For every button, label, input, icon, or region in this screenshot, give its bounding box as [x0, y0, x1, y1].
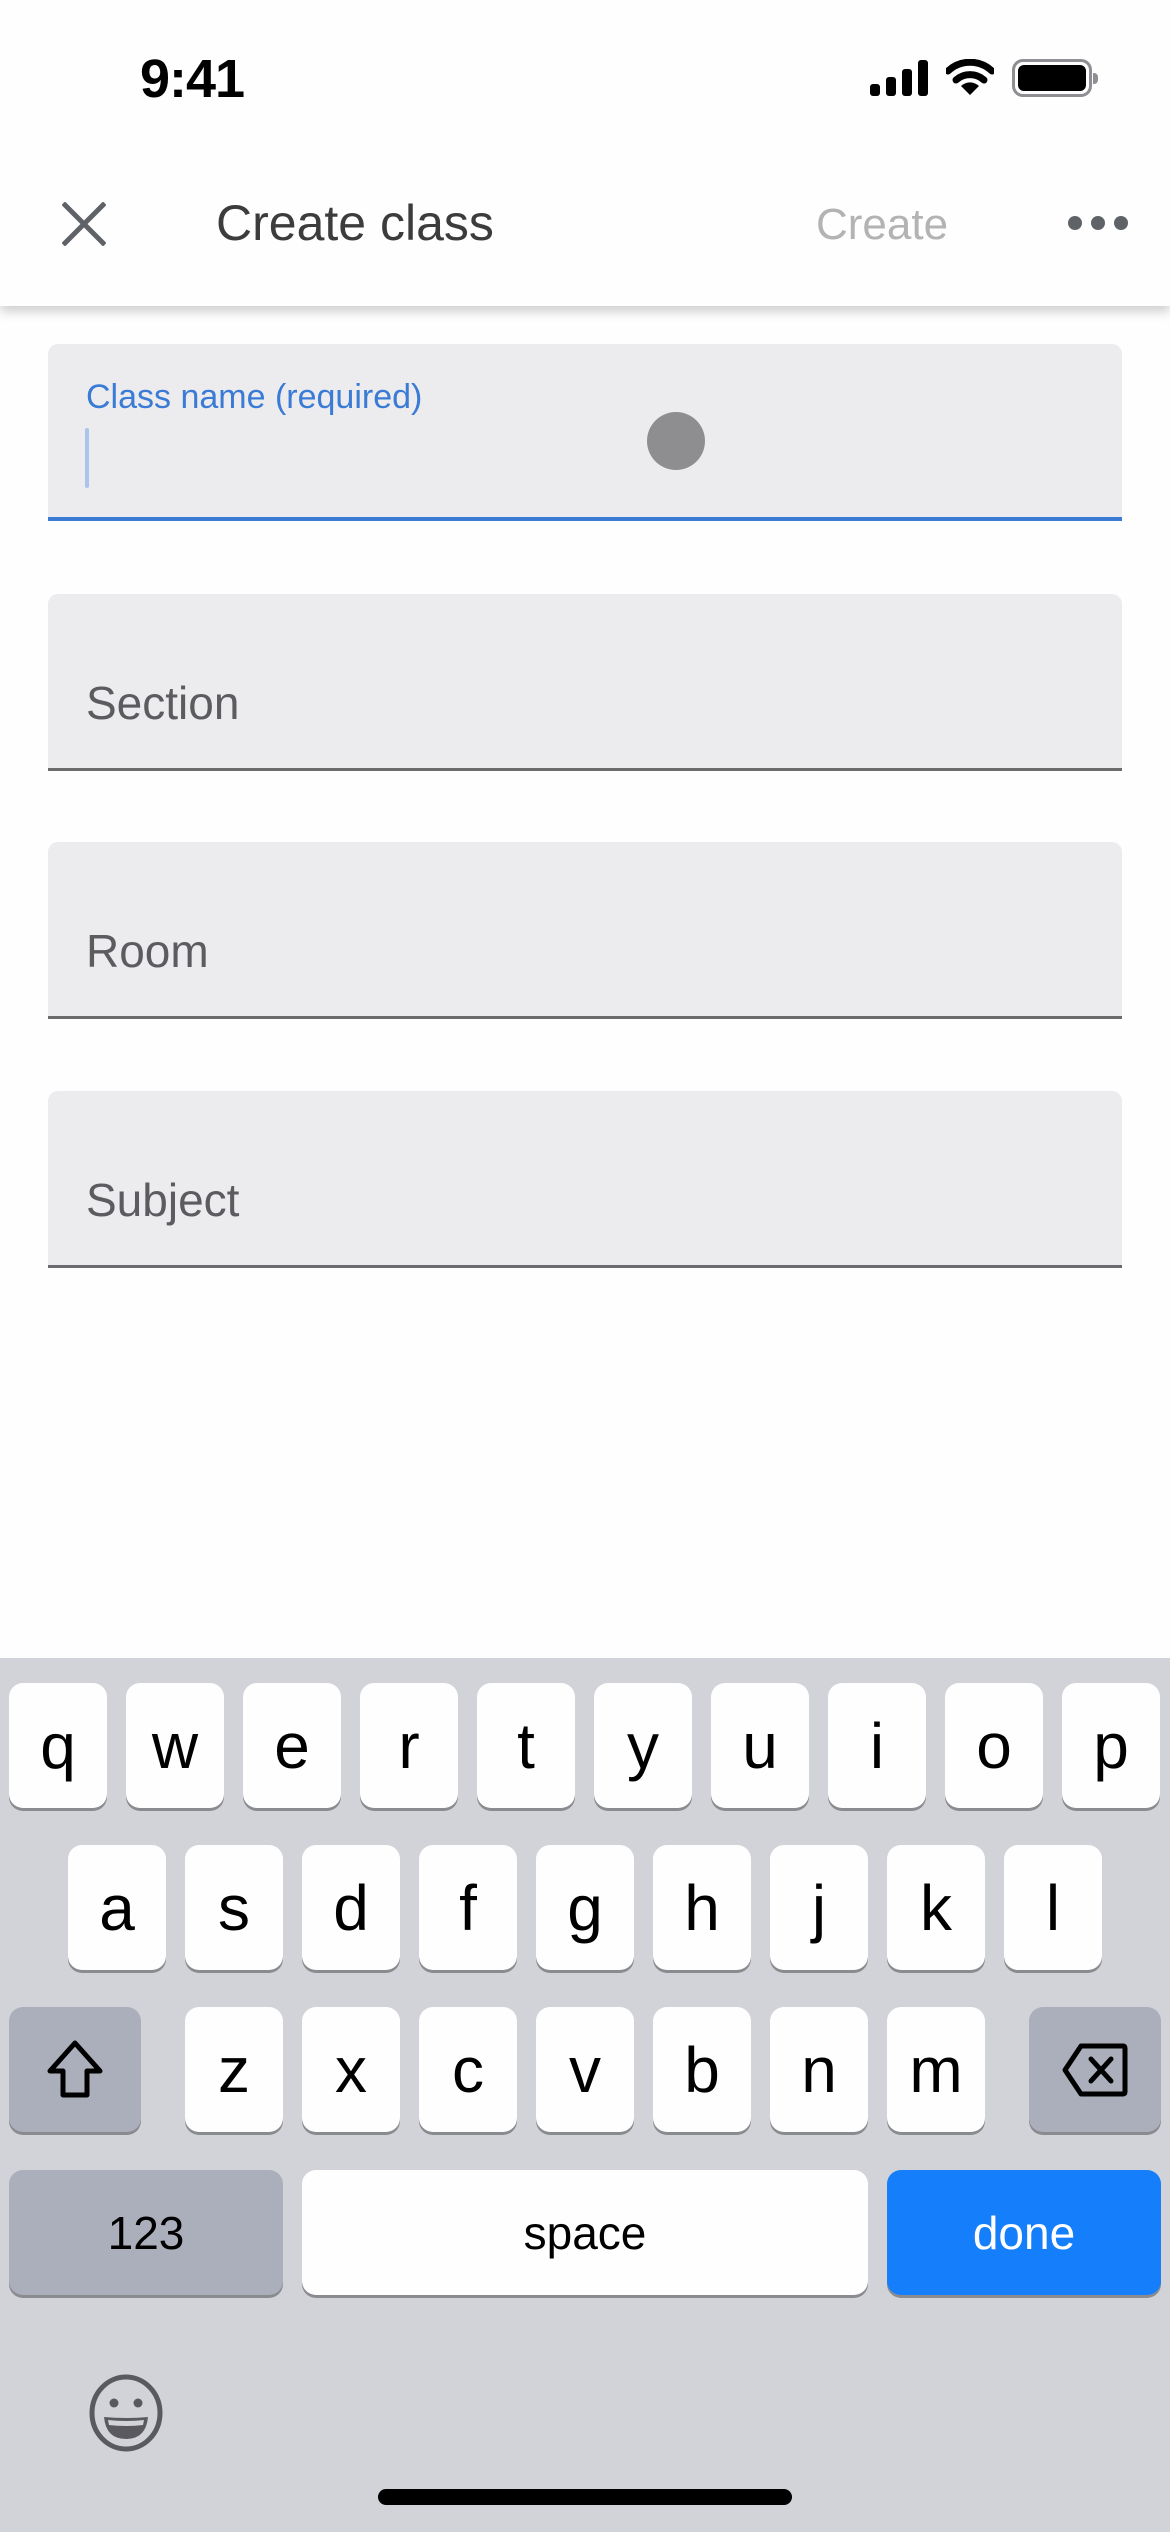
status-icons — [870, 56, 1098, 100]
numbers-key[interactable]: 123 — [9, 2170, 283, 2295]
key-m[interactable]: m — [887, 2007, 985, 2132]
close-icon — [62, 202, 106, 246]
page-title: Create class — [216, 195, 494, 251]
section-field[interactable]: Section — [48, 594, 1122, 771]
key-v[interactable]: v — [536, 2007, 634, 2132]
key-p[interactable]: p — [1062, 1683, 1160, 1808]
key-t[interactable]: t — [477, 1683, 575, 1808]
app-bar: 9:41 Create class Create — [0, 0, 1170, 306]
key-j[interactable]: j — [770, 1845, 868, 1970]
class-name-field[interactable]: Class name (required) — [48, 344, 1122, 521]
key-c[interactable]: c — [419, 2007, 517, 2132]
battery-icon — [1012, 59, 1098, 97]
close-button[interactable] — [56, 196, 112, 252]
key-r[interactable]: r — [360, 1683, 458, 1808]
wifi-icon — [946, 59, 994, 95]
delete-backspace-icon — [1062, 2043, 1128, 2096]
subject-label: Subject — [86, 1174, 240, 1226]
key-k[interactable]: k — [887, 1845, 985, 1970]
key-o[interactable]: o — [945, 1683, 1043, 1808]
shift-key[interactable] — [9, 2007, 141, 2132]
room-label: Room — [86, 925, 209, 977]
key-y[interactable]: y — [594, 1683, 692, 1808]
key-n[interactable]: n — [770, 2007, 868, 2132]
class-name-label: Class name (required) — [86, 378, 423, 416]
key-g[interactable]: g — [536, 1845, 634, 1970]
key-b[interactable]: b — [653, 2007, 751, 2132]
section-label: Section — [86, 677, 240, 729]
create-button[interactable]: Create — [816, 200, 948, 250]
key-l[interactable]: l — [1004, 1845, 1102, 1970]
room-field[interactable]: Room — [48, 842, 1122, 1019]
shift-icon — [47, 2040, 103, 2097]
text-cursor — [85, 428, 89, 488]
subject-field[interactable]: Subject — [48, 1091, 1122, 1268]
more-options-button[interactable] — [1068, 208, 1128, 238]
touch-indicator — [647, 412, 705, 470]
key-h[interactable]: h — [653, 1845, 751, 1970]
key-d[interactable]: d — [302, 1845, 400, 1970]
key-f[interactable]: f — [419, 1845, 517, 1970]
emoji-icon — [89, 2374, 163, 2452]
key-z[interactable]: z — [185, 2007, 283, 2132]
key-e[interactable]: e — [243, 1683, 341, 1808]
done-key[interactable]: done — [887, 2170, 1161, 2295]
home-indicator[interactable] — [378, 2489, 792, 2505]
cellular-signal-icon — [870, 60, 928, 96]
key-a[interactable]: a — [68, 1845, 166, 1970]
key-x[interactable]: x — [302, 2007, 400, 2132]
status-time: 9:41 — [140, 49, 245, 109]
more-horizontal-icon — [1068, 216, 1082, 230]
key-w[interactable]: w — [126, 1683, 224, 1808]
key-u[interactable]: u — [711, 1683, 809, 1808]
key-i[interactable]: i — [828, 1683, 926, 1808]
key-q[interactable]: q — [9, 1683, 107, 1808]
key-s[interactable]: s — [185, 1845, 283, 1970]
emoji-button[interactable] — [86, 2373, 166, 2453]
delete-key[interactable] — [1029, 2007, 1161, 2132]
space-key[interactable]: space — [302, 2170, 868, 2295]
